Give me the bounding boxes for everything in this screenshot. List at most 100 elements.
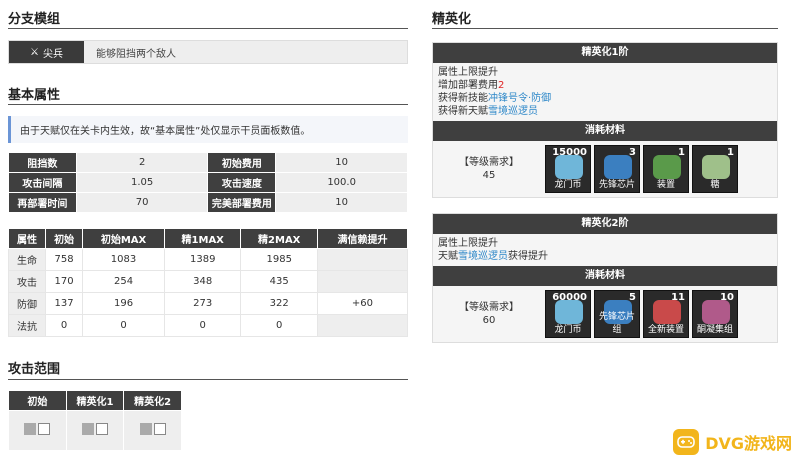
range-grid bbox=[65, 410, 125, 451]
material-item[interactable]: 15000 龙门币 bbox=[545, 145, 591, 193]
elite-line: 属性上限提升 bbox=[438, 67, 498, 78]
attr-label: 阻挡数 bbox=[8, 152, 77, 173]
skill-link[interactable]: 冲锋号令·防御 bbox=[488, 93, 551, 104]
material-item[interactable]: 60000 龙门币 bbox=[545, 290, 591, 338]
base-title: 基本属性 bbox=[8, 88, 61, 103]
stat-cell: 254 bbox=[82, 270, 165, 293]
attr-label: 再部署时间 bbox=[8, 192, 77, 213]
material-item[interactable]: 11 全新装置 bbox=[643, 290, 689, 338]
elite-stage1-head: 精英化1阶 bbox=[433, 43, 777, 63]
stat-cell: 322 bbox=[240, 292, 318, 315]
stat-cell bbox=[316, 314, 409, 337]
stat-cell: 435 bbox=[240, 270, 318, 293]
material-label: 龙门币 bbox=[554, 180, 582, 190]
stat-cell: 1083 bbox=[82, 248, 165, 271]
elite-line-prefix: 增加部署费用 bbox=[438, 80, 498, 91]
base-note: 由于天赋仅在关卡内生效，故“基本属性”处仅显示干员面板数值。 bbox=[8, 116, 408, 143]
stat-cell: 0 bbox=[163, 314, 242, 337]
table-row: 法抗 0 0 0 0 bbox=[7, 314, 409, 337]
material-count: 3 bbox=[629, 147, 636, 158]
elite-stage2-body: 属性上限提升 天赋雪境巡逻员获得提升 bbox=[433, 234, 777, 266]
elite-rule bbox=[432, 28, 778, 29]
material-item[interactable]: 1 糖 bbox=[692, 145, 738, 193]
new-device-icon bbox=[653, 300, 681, 324]
stats-header: 精1MAX bbox=[163, 228, 242, 249]
stat-cell: 273 bbox=[163, 292, 242, 315]
material-label: 先锋芯片 bbox=[598, 180, 635, 190]
stat-cell: 170 bbox=[45, 270, 84, 293]
material-count: 10 bbox=[720, 292, 734, 303]
material-count: 11 bbox=[671, 292, 685, 303]
range-title: 攻击范围 bbox=[8, 362, 61, 377]
range-header-row: 初始 精英化1 精英化2 bbox=[8, 390, 182, 411]
talent-link[interactable]: 雪境巡逻员 bbox=[458, 251, 508, 262]
attr-value: 100.0 bbox=[275, 172, 408, 193]
attr-value: 1.05 bbox=[75, 172, 209, 193]
talent-link[interactable]: 雪境巡逻员 bbox=[488, 106, 538, 117]
attr-value: 70 bbox=[75, 192, 209, 213]
level-req-label: 【等级需求】 bbox=[459, 157, 519, 168]
attr-row: 阻挡数 2 初始费用 10 bbox=[8, 152, 408, 173]
level-requirement: 【等级需求】 45 bbox=[433, 156, 545, 182]
device-icon bbox=[653, 155, 681, 179]
stat-name: 防御 bbox=[7, 292, 47, 315]
range-self-cell bbox=[139, 423, 152, 435]
elite-line-prefix: 获得新技能 bbox=[438, 93, 488, 104]
range-attack-cell bbox=[95, 423, 108, 435]
range-table: 初始 精英化1 精英化2 bbox=[8, 390, 182, 451]
elite-line-prefix: 获得新天赋 bbox=[438, 106, 488, 117]
attr-label: 完美部署费用 bbox=[207, 192, 277, 213]
elite-stage2-panel: 精英化2阶 属性上限提升 天赋雪境巡逻员获得提升 消耗材料 【等级需求】 60 … bbox=[432, 213, 778, 343]
elite-line: 天赋雪境巡逻员获得提升 bbox=[438, 250, 772, 263]
branch-title: 分支模组 bbox=[8, 12, 61, 27]
material-label: 全新装置 bbox=[647, 325, 684, 335]
table-row: 生命 758 1083 1389 1985 bbox=[7, 248, 409, 271]
stat-cell bbox=[316, 270, 409, 293]
range-header: 初始 bbox=[8, 390, 67, 411]
attr-value: 2 bbox=[75, 152, 209, 173]
branch-row: ⚔ 尖兵 能够阻挡两个敌人 bbox=[8, 40, 408, 64]
range-self-cell bbox=[24, 423, 37, 435]
material-count: 1 bbox=[678, 147, 685, 158]
materials-head: 消耗材料 bbox=[433, 121, 777, 141]
material-item[interactable]: 10 酮凝集组 bbox=[692, 290, 738, 338]
stat-cell: +60 bbox=[316, 292, 409, 315]
elite-line-prefix: 天赋 bbox=[438, 251, 458, 262]
stat-cell: 0 bbox=[45, 314, 84, 337]
materials-row: 【等级需求】 45 15000 龙门币 3 先锋芯片 1 装置 1 糖 bbox=[433, 141, 777, 197]
stats-table: 属性 初始 初始MAX 精1MAX 精2MAX 满信赖提升 生命 758 108… bbox=[7, 228, 409, 337]
material-label: 酮凝集组 bbox=[696, 325, 733, 335]
ketone-icon bbox=[702, 300, 730, 324]
attr-label: 攻击速度 bbox=[207, 172, 277, 193]
level-req-label: 【等级需求】 bbox=[459, 302, 519, 313]
stat-cell: 758 bbox=[45, 248, 84, 271]
elite-line: 增加部署费用2 bbox=[438, 79, 772, 92]
elite-stage1-panel: 精英化1阶 属性上限提升 增加部署费用2 获得新技能冲锋号令·防御 获得新天赋雪… bbox=[432, 42, 778, 198]
branch-desc: 能够阻挡两个敌人 bbox=[96, 48, 176, 60]
material-label: 糖 bbox=[710, 180, 720, 190]
material-items: 15000 龙门币 3 先锋芯片 1 装置 1 糖 bbox=[545, 145, 738, 193]
stat-name: 法抗 bbox=[7, 314, 47, 337]
branch-tag-label: 尖兵 bbox=[42, 48, 63, 60]
material-item[interactable]: 5 先锋芯片组 bbox=[594, 290, 640, 338]
range-grid bbox=[123, 410, 182, 451]
stat-cell: 0 bbox=[82, 314, 165, 337]
stat-cell: 196 bbox=[82, 292, 165, 315]
range-grid-row bbox=[8, 410, 182, 451]
material-item[interactable]: 1 装置 bbox=[643, 145, 689, 193]
range-header: 精英化2 bbox=[123, 390, 182, 411]
range-attack-cell bbox=[153, 423, 166, 435]
sugar-icon bbox=[702, 155, 730, 179]
attr-row: 攻击间隔 1.05 攻击速度 100.0 bbox=[8, 172, 408, 193]
table-row: 防御 137 196 273 322 +60 bbox=[7, 292, 409, 315]
elite-stage1-body: 属性上限提升 增加部署费用2 获得新技能冲锋号令·防御 获得新天赋雪境巡逻员 bbox=[433, 63, 777, 121]
branch-tag: ⚔ 尖兵 bbox=[9, 41, 84, 63]
material-item[interactable]: 3 先锋芯片 bbox=[594, 145, 640, 193]
attr-label: 初始费用 bbox=[207, 152, 277, 173]
lmd-icon bbox=[555, 155, 583, 179]
level-req-value: 45 bbox=[482, 170, 496, 181]
material-count: 1 bbox=[727, 147, 734, 158]
stat-cell: 348 bbox=[163, 270, 242, 293]
stat-name: 生命 bbox=[7, 248, 47, 271]
elite-line: 属性上限提升 bbox=[438, 238, 498, 249]
